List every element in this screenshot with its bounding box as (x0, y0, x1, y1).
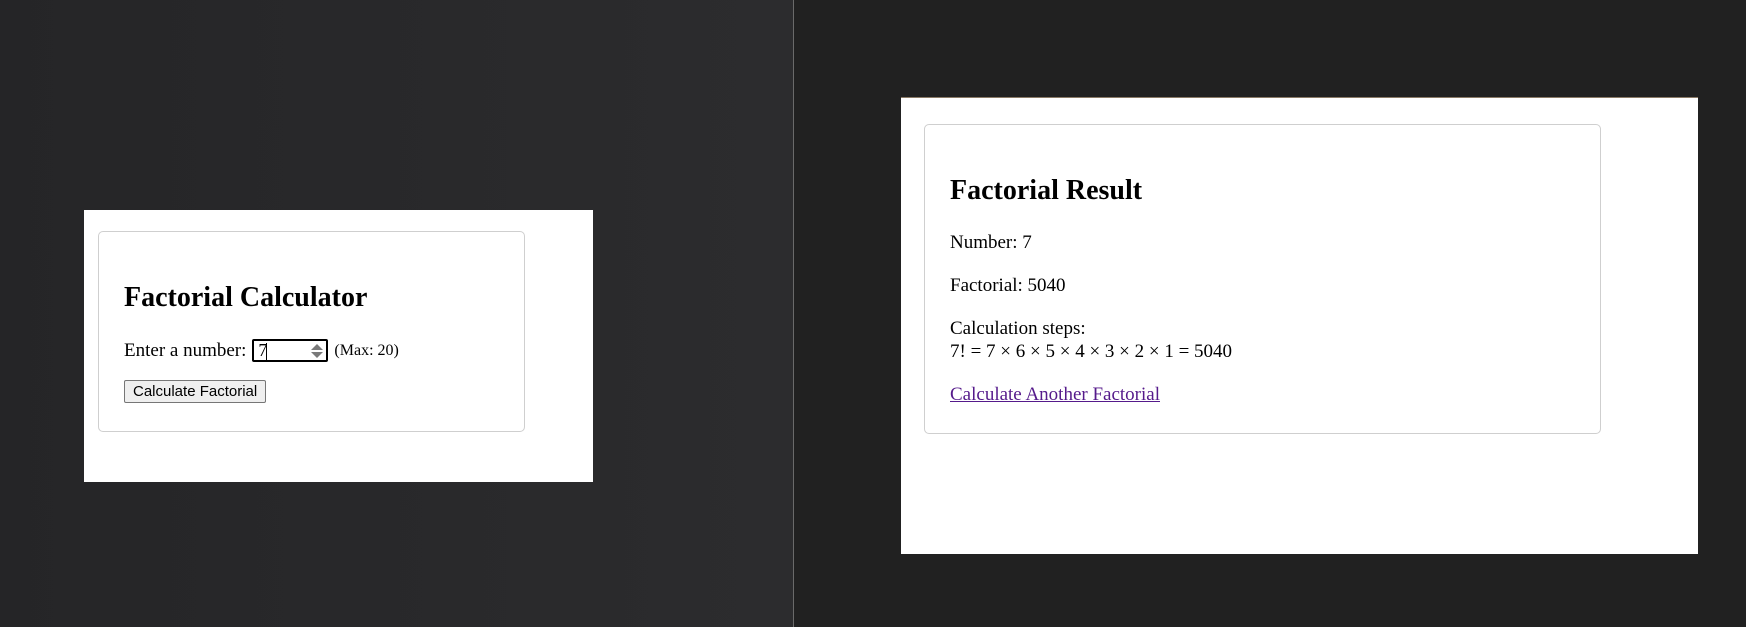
calculate-another-link[interactable]: Calculate Another Factorial (950, 384, 1160, 406)
max-hint: (Max: 20) (334, 341, 399, 359)
number-input[interactable]: 7 (252, 339, 329, 362)
steps-expression: 7! = 7 × 6 × 5 × 4 × 3 × 2 × 1 = 5040 (950, 341, 1233, 362)
result-page: Factorial Result Number: 7 Factorial: 50… (901, 98, 1698, 554)
text-caret (266, 343, 268, 360)
result-title: Factorial Result (950, 175, 1143, 206)
number-input-row: Enter a number: 7 (Max: 20) (124, 339, 399, 362)
number-input-label: Enter a number: (124, 339, 247, 361)
calculate-factorial-button[interactable]: Calculate Factorial (124, 380, 267, 403)
spinner-down-icon[interactable] (311, 351, 324, 358)
number-spinner[interactable] (311, 343, 324, 358)
calculator-card: Factorial Calculator Enter a number: 7 (… (98, 231, 525, 432)
result-card: Factorial Result Number: 7 Factorial: 50… (924, 124, 1601, 434)
spinner-up-icon[interactable] (311, 343, 324, 350)
calculator-page: Factorial Calculator Enter a number: 7 (… (84, 210, 593, 482)
calculator-title: Factorial Calculator (124, 282, 368, 313)
result-factorial: Factorial: 5040 (950, 275, 1066, 296)
result-number: Number: 7 (950, 232, 1032, 253)
steps-label: Calculation steps: (950, 318, 1086, 339)
